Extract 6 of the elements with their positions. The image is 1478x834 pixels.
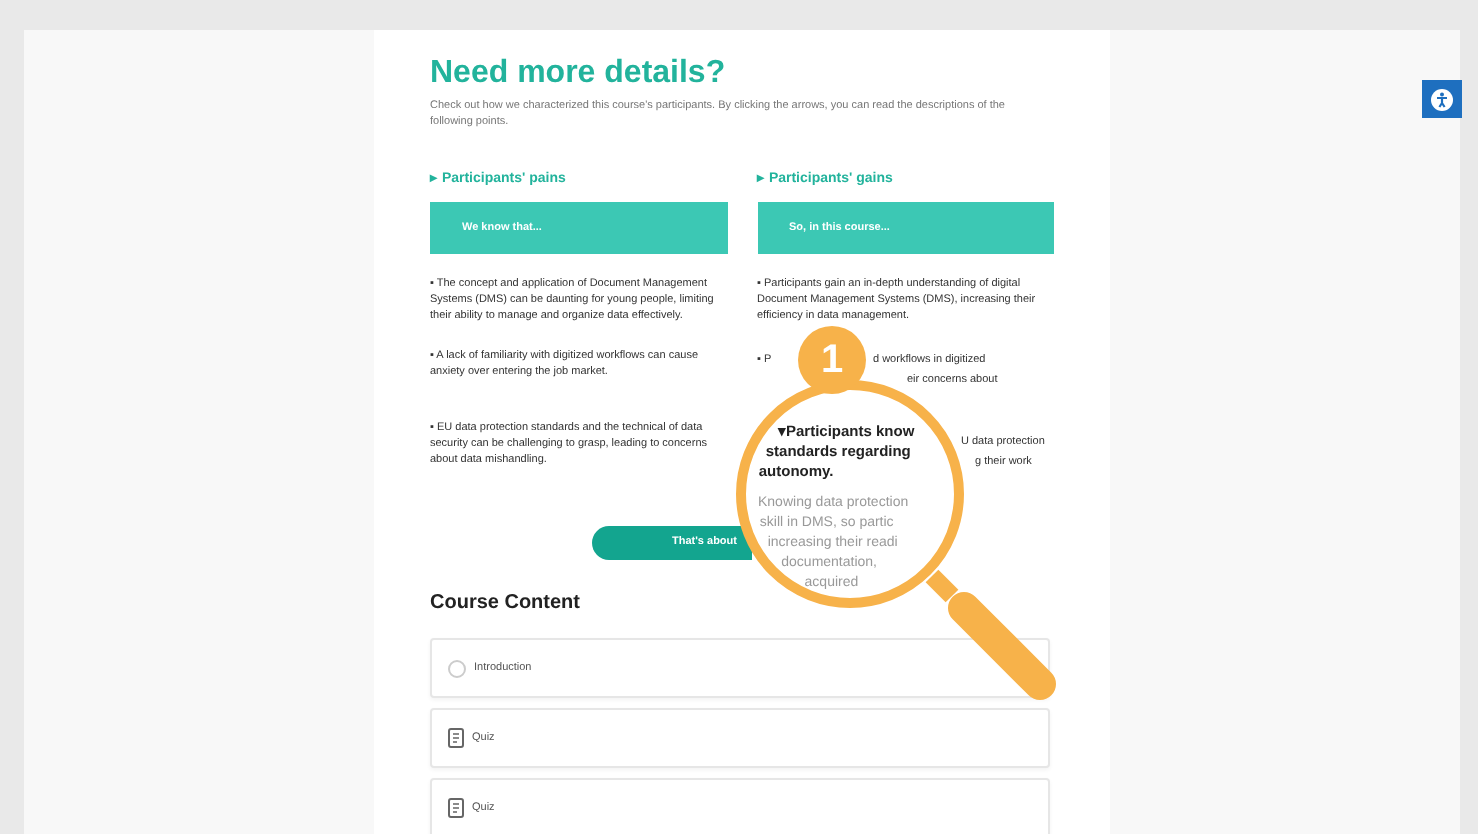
section-heading: Need more details?	[430, 54, 728, 94]
document-icon	[448, 728, 464, 748]
accessibility-icon	[1430, 87, 1454, 111]
accessibility-button[interactable]	[1422, 80, 1462, 118]
document-icon	[448, 798, 464, 818]
section-heading: Course Content	[430, 592, 580, 614]
